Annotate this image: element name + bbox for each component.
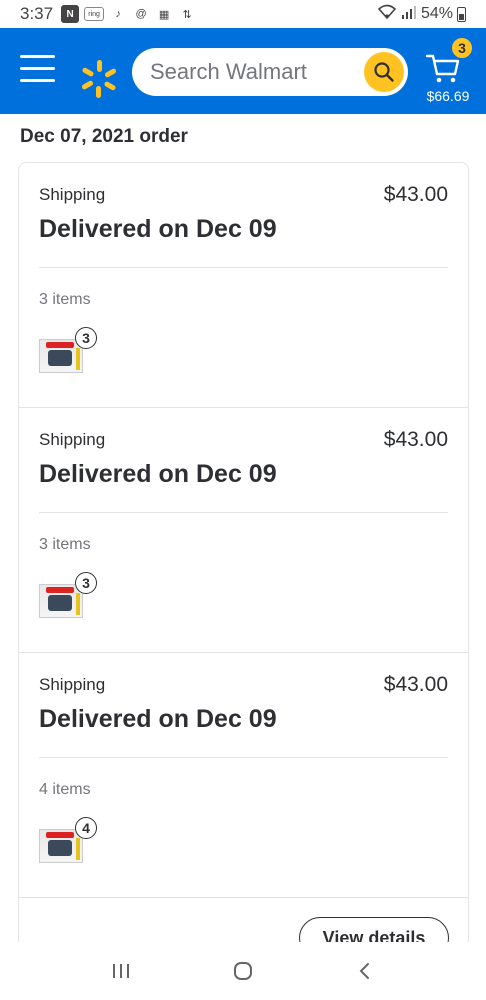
recents-button[interactable]: [101, 951, 141, 991]
divider: [39, 757, 448, 758]
order-card: Shipping $43.00 Delivered on Dec 09 3 it…: [18, 162, 469, 962]
threads-icon: @: [135, 8, 147, 20]
quantity-badge: 3: [75, 327, 97, 349]
shipment-label: Shipping: [39, 430, 106, 449]
back-button[interactable]: [345, 951, 385, 991]
home-button[interactable]: [223, 951, 263, 991]
ring-icon: ring: [84, 7, 105, 21]
cart-count-badge: 3: [451, 37, 473, 59]
shipment-status: Delivered on Dec 09: [39, 215, 277, 243]
wifi-icon: [377, 4, 397, 25]
shipment-price: $43.00: [383, 428, 448, 451]
status-bar: 3:37 N ring ♪ @ ▦ ⇅ 54%: [0, 0, 486, 28]
product-thumbnail[interactable]: 3: [39, 327, 97, 373]
cart-button[interactable]: 3 $66.69: [420, 37, 476, 110]
status-right: 54%: [377, 4, 466, 25]
home-icon: [234, 962, 252, 980]
quantity-badge: 4: [75, 817, 97, 839]
order-title: Dec 07, 2021 order: [20, 126, 188, 147]
product-thumbnail[interactable]: 4: [39, 817, 97, 863]
shipment-price: $43.00: [383, 673, 448, 696]
item-count: 4 items: [39, 781, 91, 798]
product-thumbnail[interactable]: 3: [39, 572, 97, 618]
system-nav-bar: [0, 942, 486, 1000]
battery-text: 54%: [420, 5, 453, 22]
divider: [39, 512, 448, 513]
tiktok-icon: ♪: [115, 8, 121, 20]
menu-icon[interactable]: [20, 55, 55, 85]
divider: [39, 267, 448, 268]
item-count: 3 items: [39, 291, 91, 308]
walmart-spark-logo[interactable]: [78, 58, 120, 100]
retweet-icon: ⇅: [182, 8, 192, 21]
shipment-price: $43.00: [383, 183, 448, 206]
cart-total: $66.69: [426, 88, 470, 104]
recents-icon: [113, 964, 129, 978]
shipment-card[interactable]: Shipping $43.00 Delivered on Dec 09 4 it…: [19, 653, 468, 898]
search-icon: [374, 62, 394, 82]
shipment-status: Delivered on Dec 09: [39, 460, 277, 488]
shipment-label: Shipping: [39, 185, 106, 204]
nova-icon: N: [61, 5, 80, 23]
item-count: 3 items: [39, 536, 91, 553]
search-input[interactable]: Search Walmart: [132, 48, 408, 96]
shipment-card[interactable]: Shipping $43.00 Delivered on Dec 09 3 it…: [19, 408, 468, 653]
shipment-status: Delivered on Dec 09: [39, 705, 277, 733]
search-button[interactable]: [364, 52, 404, 92]
status-time: 3:37: [20, 4, 54, 23]
page-icon: ▦: [158, 8, 170, 21]
signal-icon: [401, 5, 417, 24]
back-icon: [359, 963, 369, 979]
search-placeholder: Search Walmart: [150, 59, 307, 84]
shipment-label: Shipping: [39, 675, 106, 694]
quantity-badge: 3: [75, 572, 97, 594]
battery-icon: [457, 6, 466, 22]
shipment-card[interactable]: Shipping $43.00 Delivered on Dec 09 3 it…: [19, 163, 468, 408]
header: Search Walmart 3 $66.69: [0, 28, 486, 114]
